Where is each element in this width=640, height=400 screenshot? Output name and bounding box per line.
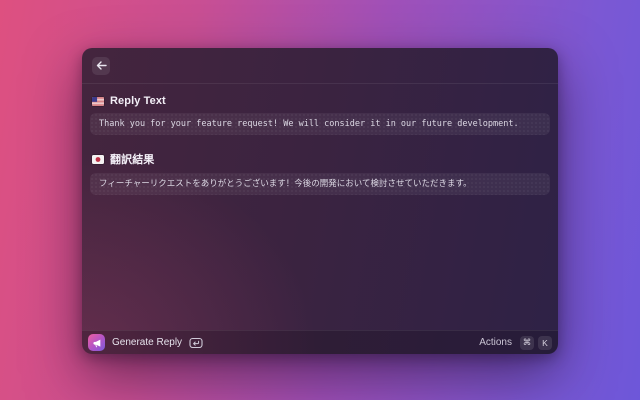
translation-section: 翻訳結果 フィーチャーリクエストをありがとうございます！今後の開発において検討さ… bbox=[90, 151, 550, 195]
translation-text-box: フィーチャーリクエストをありがとうございます！今後の開発において検討させていただ… bbox=[90, 173, 550, 195]
action-bar: Generate Reply Actions ⌘ K bbox=[82, 330, 558, 354]
reply-text-box: Thank you for your feature request! We w… bbox=[90, 113, 550, 135]
actions-button[interactable]: Actions ⌘ K bbox=[479, 336, 552, 350]
k-key: K bbox=[538, 336, 552, 350]
reply-text-value: Thank you for your feature request! We w… bbox=[99, 118, 519, 130]
arrow-left-icon bbox=[96, 57, 107, 75]
primary-action-button[interactable]: Generate Reply bbox=[88, 334, 203, 351]
us-flag-icon bbox=[92, 97, 104, 106]
window-header bbox=[82, 48, 558, 84]
megaphone-gradient-icon bbox=[88, 334, 105, 351]
reply-text-section: Reply Text Thank you for your feature re… bbox=[90, 95, 550, 135]
section-header: Reply Text bbox=[92, 95, 550, 107]
section-title: Reply Text bbox=[110, 95, 166, 107]
enter-key-icon bbox=[189, 337, 203, 349]
jp-flag-icon bbox=[92, 155, 104, 164]
section-title: 翻訳結果 bbox=[110, 151, 154, 167]
section-header: 翻訳結果 bbox=[92, 151, 550, 167]
back-button[interactable] bbox=[92, 57, 110, 75]
detail-content: Reply Text Thank you for your feature re… bbox=[82, 84, 558, 330]
actions-label: Actions bbox=[479, 337, 512, 348]
raycast-window: Reply Text Thank you for your feature re… bbox=[82, 48, 558, 354]
command-key-icon: ⌘ bbox=[520, 336, 534, 350]
translation-text-value: フィーチャーリクエストをありがとうございます！今後の開発において検討させていただ… bbox=[99, 178, 472, 190]
primary-action-label: Generate Reply bbox=[112, 337, 182, 348]
actions-shortcut: ⌘ K bbox=[520, 336, 552, 350]
